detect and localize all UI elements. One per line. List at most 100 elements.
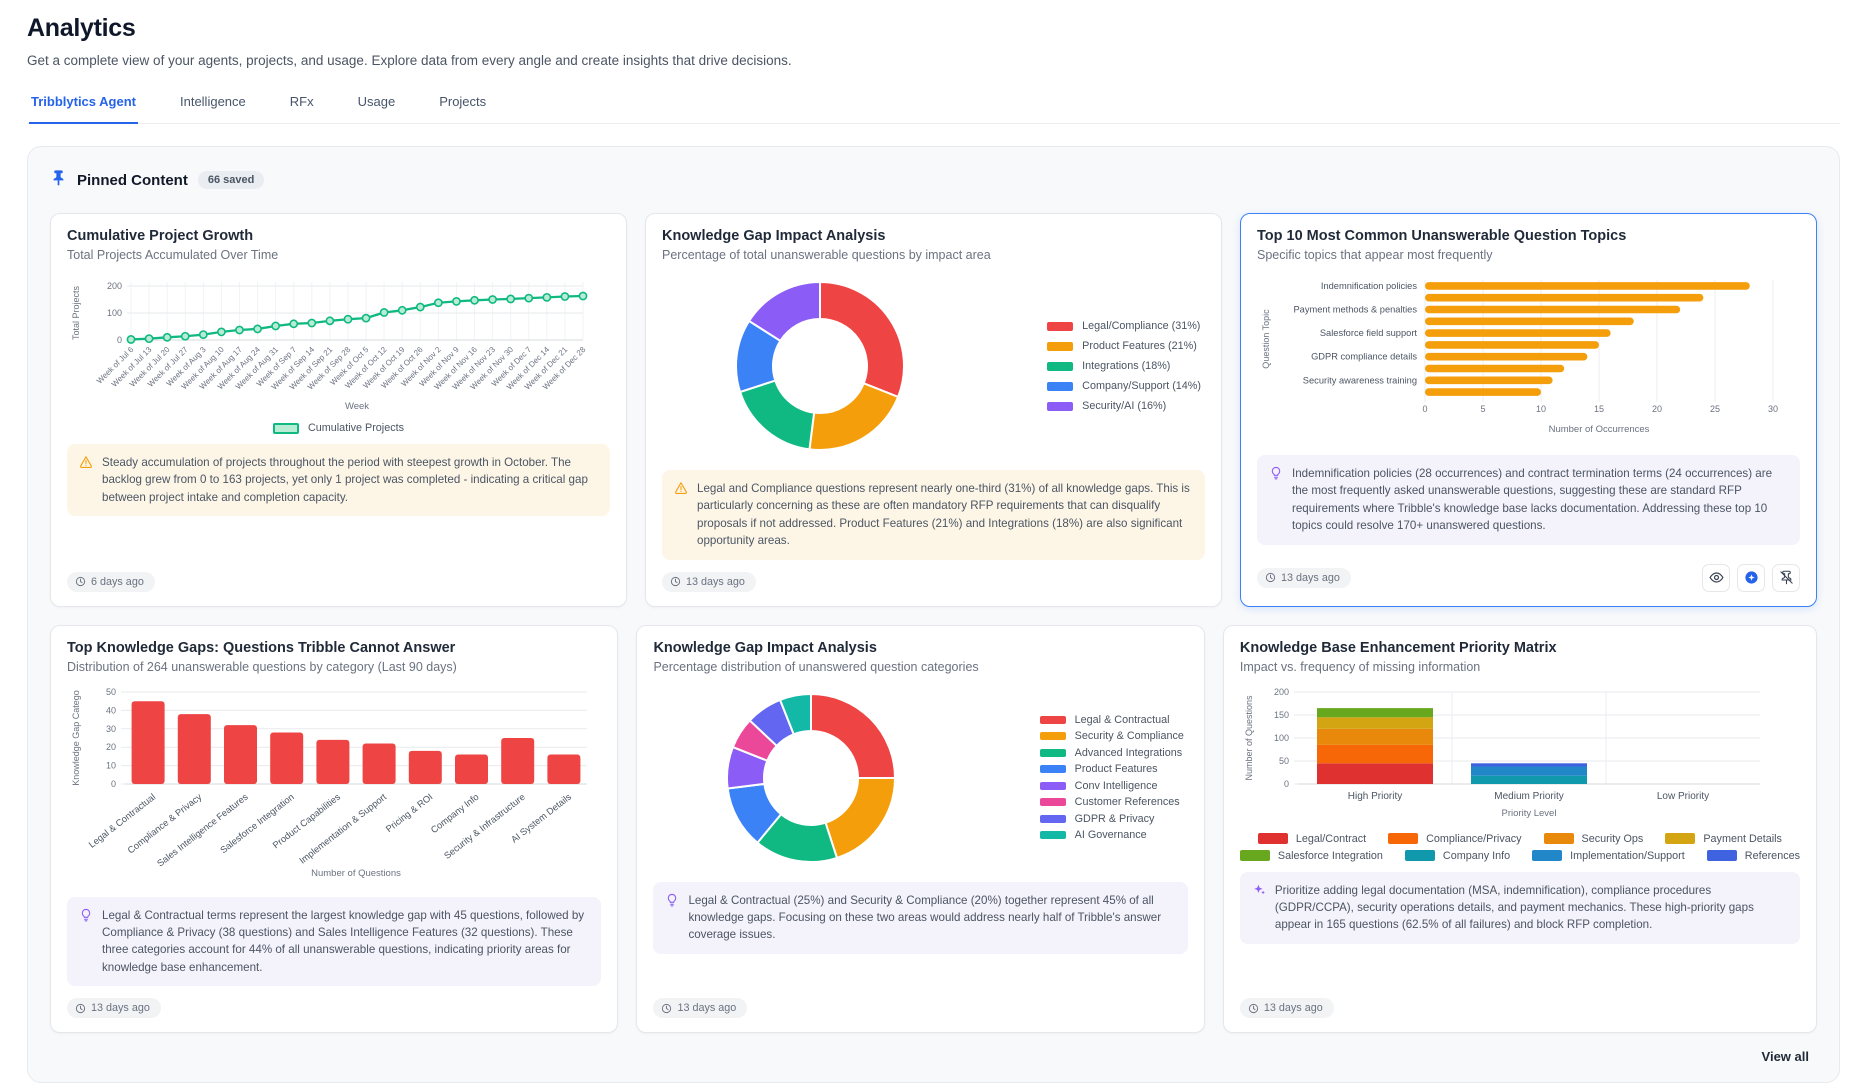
unpin-button[interactable] [1772, 564, 1800, 592]
svg-text:10: 10 [106, 760, 116, 770]
insight-text: Legal & Contractual terms represent the … [102, 907, 589, 977]
card-subtitle: Distribution of 264 unanswerable questio… [67, 660, 601, 674]
svg-text:30: 30 [106, 723, 116, 733]
svg-text:Priority Level: Priority Level [1501, 808, 1556, 819]
pinned-grid-row-2: Top Knowledge Gaps: Questions Tribble Ca… [50, 625, 1817, 1034]
clock-icon [670, 576, 681, 587]
timestamp-badge: 13 days ago [1257, 568, 1351, 588]
card-title: Knowledge Gap Impact Analysis [653, 640, 1187, 656]
category-distribution-donut-chart: Legal & ContractualSecurity & Compliance… [653, 684, 1187, 872]
clock-icon [1265, 572, 1276, 583]
insight-box: Legal & Contractual (25%) and Security &… [653, 882, 1187, 954]
svg-text:Payment methods & penalties: Payment methods & penalties [1293, 305, 1417, 315]
card-cumulative-project-growth[interactable]: Cumulative Project Growth Total Projects… [50, 213, 627, 607]
view-all-link[interactable]: View all [58, 1049, 1809, 1064]
view-button[interactable] [1702, 564, 1730, 592]
insight-box: Legal and Compliance questions represent… [662, 470, 1205, 560]
tab-tribblytics-agent[interactable]: Tribblytics Agent [29, 90, 138, 124]
svg-text:0: 0 [111, 779, 116, 789]
tab-intelligence[interactable]: Intelligence [178, 90, 248, 123]
clock-icon [75, 576, 86, 587]
warning-icon [79, 455, 93, 506]
card-top-10-unanswerable-topics[interactable]: Top 10 Most Common Unanswerable Question… [1240, 213, 1817, 607]
ai-insight-button[interactable] [1737, 564, 1765, 592]
pinned-content-section: Pinned Content 66 saved Cumulative Proje… [27, 146, 1840, 1083]
svg-text:200: 200 [107, 281, 122, 291]
insight-text: Prioritize adding legal documentation (M… [1275, 882, 1788, 934]
card-top-knowledge-gaps[interactable]: Top Knowledge Gaps: Questions Tribble Ca… [50, 625, 618, 1034]
svg-text:0: 0 [117, 335, 122, 345]
timestamp-badge: 13 days ago [67, 998, 161, 1018]
svg-text:Pricing & ROI: Pricing & ROI [384, 791, 435, 834]
insight-box: Steady accumulation of projects througho… [67, 444, 610, 516]
tab-projects[interactable]: Projects [437, 90, 488, 123]
page-title: Analytics [27, 14, 1840, 43]
ai-insight-icon [1744, 570, 1759, 585]
svg-text:0: 0 [1284, 779, 1289, 789]
svg-text:25: 25 [1710, 404, 1720, 414]
svg-text:Low Priority: Low Priority [1657, 791, 1709, 802]
card-subtitle: Impact vs. frequency of missing informat… [1240, 660, 1800, 674]
svg-text:Total Projects: Total Projects [71, 285, 81, 340]
timestamp-badge: 13 days ago [1240, 998, 1334, 1018]
clock-icon [75, 1003, 86, 1014]
svg-text:Question Topic: Question Topic [1261, 309, 1271, 369]
timestamp-badge: 13 days ago [662, 572, 756, 592]
svg-text:20: 20 [1652, 404, 1662, 414]
svg-text:40: 40 [106, 705, 116, 715]
clock-icon [661, 1003, 672, 1014]
card-subtitle: Percentage of total unanswerable questio… [662, 248, 1205, 262]
svg-text:200: 200 [1274, 687, 1289, 697]
svg-text:Indemnification policies: Indemnification policies [1321, 281, 1417, 291]
svg-text:Implementation & Support: Implementation & Support [297, 791, 388, 865]
card-title: Knowledge Base Enhancement Priority Matr… [1240, 640, 1800, 656]
card-title: Top 10 Most Common Unanswerable Question… [1257, 228, 1800, 244]
svg-text:100: 100 [107, 308, 122, 318]
svg-text:15: 15 [1594, 404, 1604, 414]
lightbulb-icon [79, 908, 93, 977]
lightbulb-icon [1269, 466, 1283, 535]
svg-text:Sales Intelligence Features: Sales Intelligence Features [155, 791, 250, 868]
card-knowledge-gap-impact-analysis-2[interactable]: Knowledge Gap Impact Analysis Percentage… [636, 625, 1204, 1034]
svg-text:Number of Occurrences: Number of Occurrences [1549, 424, 1650, 435]
card-subtitle: Specific topics that appear most frequen… [1257, 248, 1800, 262]
tab-bar: Tribblytics Agent Intelligence RFx Usage… [27, 90, 1840, 124]
insight-box: Indemnification policies (28 occurrences… [1257, 455, 1800, 545]
priority-matrix-stacked-bar-chart: 050100150200High PriorityMedium Priority… [1240, 684, 1800, 862]
sparkles-icon [1252, 883, 1266, 934]
svg-text:20: 20 [106, 742, 116, 752]
svg-text:Knowledge Gap Catego: Knowledge Gap Catego [71, 690, 81, 786]
line-chart-legend: Cumulative Projects [67, 422, 610, 434]
svg-text:Security awareness training: Security awareness training [1303, 375, 1417, 385]
svg-text:Week: Week [345, 401, 369, 412]
card-kb-enhancement-priority-matrix[interactable]: Knowledge Base Enhancement Priority Matr… [1223, 625, 1817, 1034]
knowledge-gaps-bar-chart: 01020304050Legal & ContractualCompliance… [67, 684, 601, 887]
clock-icon [1248, 1003, 1259, 1014]
card-actions [1702, 564, 1800, 592]
topics-horizontal-bar-chart: 051015202530Indemnification policiesPaym… [1257, 272, 1800, 445]
card-knowledge-gap-impact-analysis[interactable]: Knowledge Gap Impact Analysis Percentage… [645, 213, 1222, 607]
card-title: Top Knowledge Gaps: Questions Tribble Ca… [67, 640, 601, 656]
tab-usage[interactable]: Usage [356, 90, 398, 123]
svg-text:High Priority: High Priority [1348, 791, 1402, 802]
insight-box: Legal & Contractual terms represent the … [67, 897, 601, 987]
card-title: Knowledge Gap Impact Analysis [662, 228, 1205, 244]
svg-text:30: 30 [1768, 404, 1778, 414]
insight-text: Legal and Compliance questions represent… [697, 480, 1193, 550]
insight-text: Indemnification policies (28 occurrences… [1292, 465, 1788, 535]
pinned-content-title: Pinned Content [77, 172, 188, 189]
svg-text:GDPR compliance details: GDPR compliance details [1311, 352, 1417, 362]
tab-rfx[interactable]: RFx [288, 90, 316, 123]
eye-icon [1709, 570, 1724, 585]
stacked-bar-legend: Legal/ContractCompliance/PrivacySecurity… [1240, 833, 1800, 862]
warning-icon [674, 481, 688, 550]
svg-text:10: 10 [1536, 404, 1546, 414]
timestamp-badge: 6 days ago [67, 572, 155, 592]
svg-text:Number of Questions: Number of Questions [1244, 695, 1254, 781]
svg-text:Security & Infrastructure: Security & Infrastructure [442, 791, 527, 860]
donut-legend: Legal & ContractualSecurity & Compliance… [1040, 714, 1184, 842]
svg-text:50: 50 [106, 687, 116, 697]
page-subtitle: Get a complete view of your agents, proj… [27, 53, 1840, 68]
svg-text:Medium Priority: Medium Priority [1494, 791, 1563, 802]
card-title: Cumulative Project Growth [67, 228, 610, 244]
